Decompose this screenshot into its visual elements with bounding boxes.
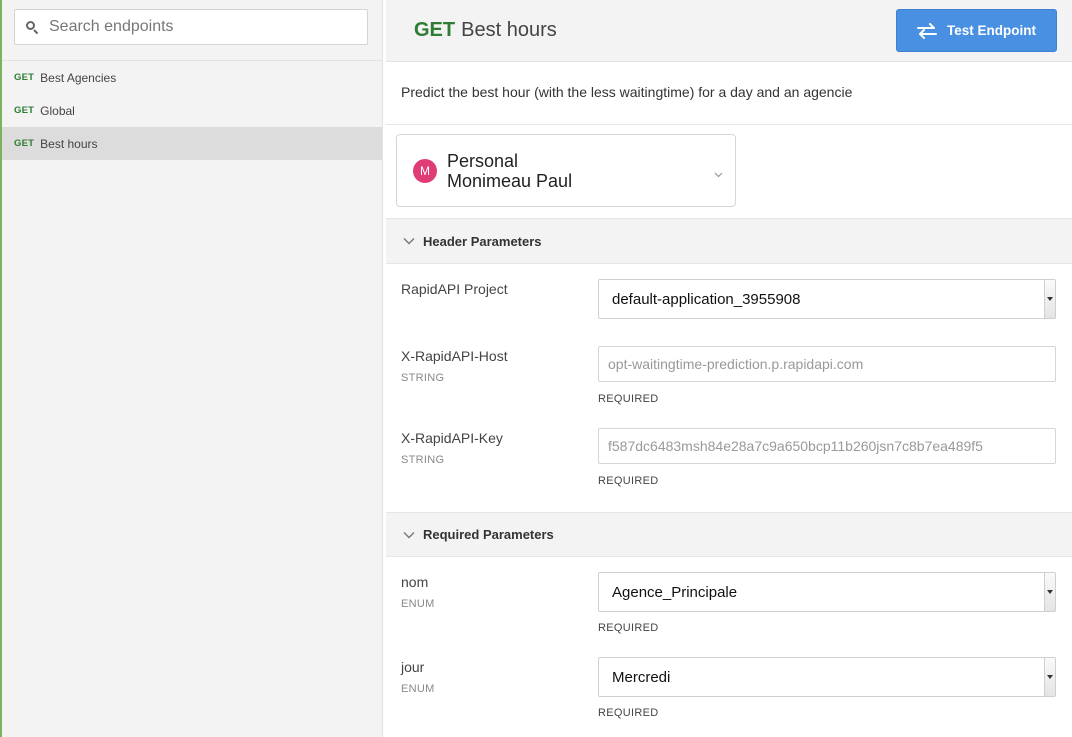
page-title: GET Best hours xyxy=(414,19,557,42)
title-method: GET xyxy=(414,19,456,41)
endpoint-label: Global xyxy=(40,103,75,118)
header-parameters-body: RapidAPI Project default-application_395… xyxy=(386,264,1072,512)
chevron-down-icon xyxy=(403,237,415,245)
api-key-field[interactable] xyxy=(598,428,1056,464)
account-text: Personal Monimeau Paul xyxy=(447,151,572,191)
param-type-nom: ENUM xyxy=(401,598,435,610)
param-label-host: X-RapidAPI-Host xyxy=(401,348,508,364)
param-label-key: X-RapidAPI-Key xyxy=(401,430,503,446)
endpoint-header: GET Best hours Test Endpoint xyxy=(386,0,1072,62)
select-arrow-icon xyxy=(1044,280,1055,318)
test-endpoint-label: Test Endpoint xyxy=(947,23,1036,38)
nom-value: Agence_Principale xyxy=(612,583,738,601)
search-input[interactable] xyxy=(49,18,349,36)
account-owner: Monimeau Paul xyxy=(447,170,573,191)
select-arrow-icon xyxy=(1044,573,1055,611)
sidebar: GET Best Agencies GET Global GET Best ho… xyxy=(0,0,383,737)
required-label: REQUIRED xyxy=(598,393,659,405)
endpoint-item-global[interactable]: GET Global xyxy=(2,94,382,127)
chevron-down-icon xyxy=(403,531,415,539)
endpoint-description: Predict the best hour (with the less wai… xyxy=(386,62,1072,125)
search-icon xyxy=(25,20,39,35)
required-label: REQUIRED xyxy=(598,622,659,634)
param-type-key: STRING xyxy=(401,454,445,466)
main-panel: GET Best hours Test Endpoint Predict the … xyxy=(386,0,1072,737)
host-field[interactable] xyxy=(598,346,1056,382)
chevron-down-icon xyxy=(714,165,723,183)
nom-select[interactable]: Agence_Principale xyxy=(598,572,1056,612)
endpoint-list: GET Best Agencies GET Global GET Best ho… xyxy=(2,61,382,160)
section-title: Header Parameters xyxy=(423,233,542,249)
required-parameters-body: nom ENUM Agence_Principale REQUIRED jour… xyxy=(386,557,1072,737)
required-parameters-toggle[interactable]: Required Parameters xyxy=(386,512,1072,557)
header-parameters-toggle[interactable]: Header Parameters xyxy=(386,219,1072,264)
account-area: M Personal Monimeau Paul xyxy=(386,125,1072,219)
title-text: Best hours xyxy=(461,19,557,41)
endpoint-label: Best Agencies xyxy=(40,70,117,85)
project-select[interactable]: default-application_3955908 xyxy=(598,279,1056,319)
endpoint-label: Best hours xyxy=(40,136,98,151)
jour-value: Mercredi xyxy=(612,668,671,686)
swap-arrows-icon xyxy=(917,22,937,39)
select-arrow-icon xyxy=(1044,658,1055,696)
endpoint-method: GET xyxy=(14,105,35,116)
project-value: default-application_3955908 xyxy=(612,290,801,308)
param-label-nom: nom xyxy=(401,574,429,590)
endpoint-item-best-agencies[interactable]: GET Best Agencies xyxy=(2,61,382,94)
endpoint-method: GET xyxy=(14,138,35,149)
required-label: REQUIRED xyxy=(598,475,659,487)
avatar: M xyxy=(413,158,437,183)
account-type: Personal xyxy=(447,150,519,171)
param-label-project: RapidAPI Project xyxy=(401,281,508,297)
required-label: REQUIRED xyxy=(598,707,659,719)
endpoint-item-best-hours[interactable]: GET Best hours xyxy=(2,127,382,160)
param-type-host: STRING xyxy=(401,372,445,384)
search-box[interactable] xyxy=(14,9,368,45)
jour-select[interactable]: Mercredi xyxy=(598,657,1056,697)
section-title: Required Parameters xyxy=(423,527,554,542)
param-type-jour: ENUM xyxy=(401,683,435,695)
endpoint-method: GET xyxy=(14,72,35,83)
account-selector[interactable]: M Personal Monimeau Paul xyxy=(396,134,736,207)
param-label-jour: jour xyxy=(401,659,425,675)
test-endpoint-button[interactable]: Test Endpoint xyxy=(896,9,1057,52)
search-area xyxy=(2,0,382,61)
